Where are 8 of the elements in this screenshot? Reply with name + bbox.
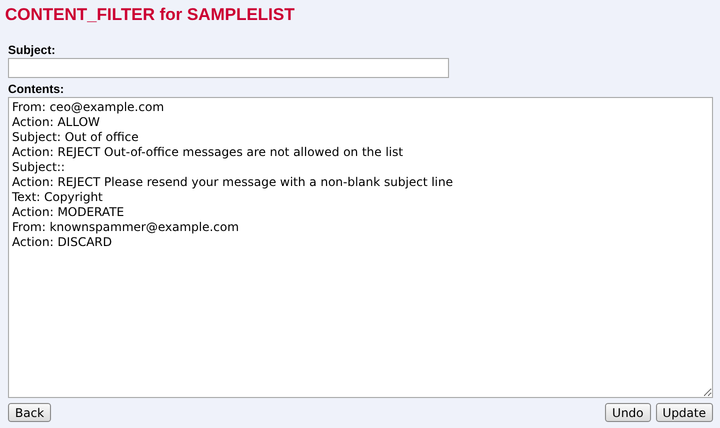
page-title: CONTENT_FILTER for SAMPLELIST [5, 5, 296, 26]
update-button[interactable]: Update [656, 403, 713, 422]
subject-field[interactable] [8, 58, 449, 78]
contents-label: Contents: [8, 82, 65, 96]
contents-field[interactable]: From: ceo@example.com Action: ALLOW Subject: Out of office Action: REJECT Out-of-office messages are not allowed on the list Subject:: Action: REJECT Please resend your message with a non-blank subject line Text: Copyright Action: MODERATE From: knownspammer@example.com Action: DISCARD [8, 97, 713, 398]
subject-label: Subject: [8, 43, 56, 57]
undo-button[interactable]: Undo [605, 403, 651, 422]
back-button[interactable]: Back [8, 403, 52, 422]
